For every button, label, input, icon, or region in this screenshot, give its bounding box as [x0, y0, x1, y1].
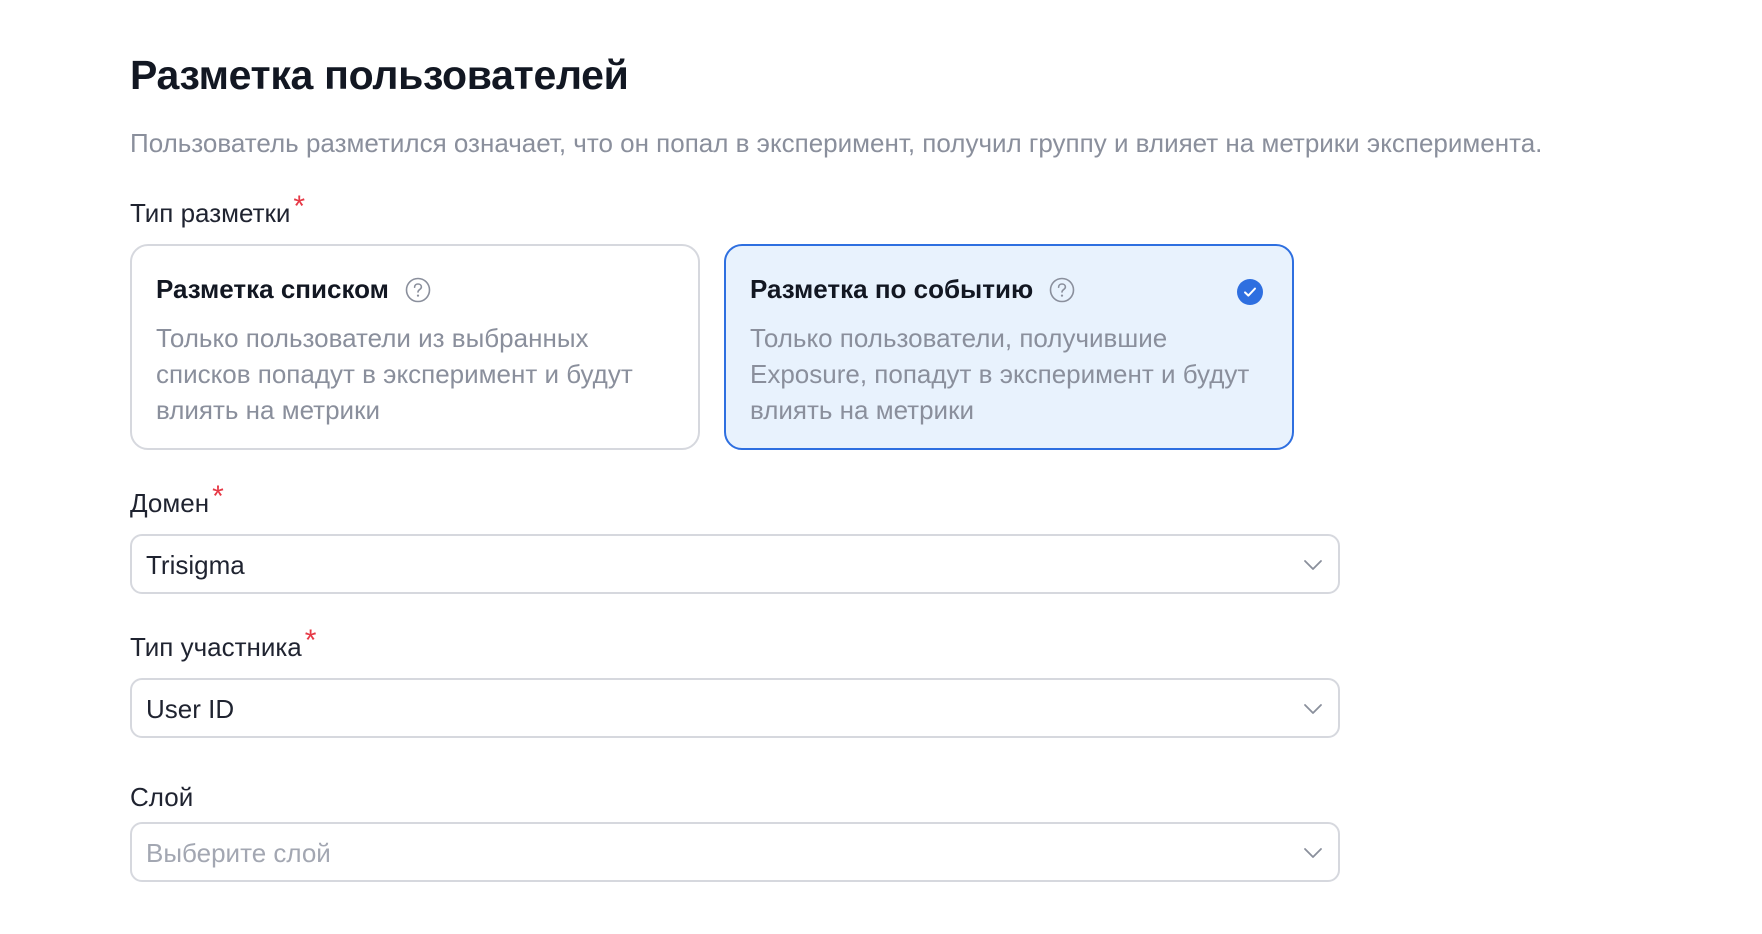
layer-label: Слой — [130, 782, 193, 813]
required-mark: * — [212, 480, 224, 513]
participant-type-label-text: Тип участника — [130, 632, 302, 662]
chevron-down-icon — [1302, 842, 1324, 864]
help-circle-icon[interactable] — [1049, 277, 1075, 303]
markup-option-list[interactable]: Разметка списком Только пользователи из … — [130, 244, 700, 450]
markup-type-label: Тип разметки * — [130, 190, 305, 230]
markup-option-event-title: Разметка по событию — [750, 274, 1034, 304]
chevron-down-icon — [1302, 698, 1324, 720]
check-circle-icon — [1236, 278, 1264, 306]
page-subtitle: Пользователь разметился означает, что он… — [130, 128, 1543, 158]
markup-option-event[interactable]: Разметка по событию Только пользователи,… — [724, 244, 1294, 450]
chevron-down-icon — [1302, 554, 1324, 576]
domain-select[interactable]: Trisigma — [130, 534, 1340, 594]
participant-type-select[interactable]: User ID — [130, 678, 1340, 738]
markup-option-list-title-row: Разметка списком — [156, 274, 431, 305]
markup-option-list-title: Разметка списком — [156, 274, 389, 304]
participant-type-select-value: User ID — [146, 694, 235, 724]
domain-select-value: Trisigma — [146, 550, 245, 580]
required-mark: * — [304, 624, 317, 657]
layer-select-placeholder: Выберите слой — [146, 838, 331, 868]
page-title: Разметка пользователей — [130, 52, 629, 98]
layer-select[interactable]: Выберите слой — [130, 822, 1340, 882]
user-markup-form: Разметка пользователей Пользователь разм… — [0, 0, 1762, 934]
markup-option-event-title-row: Разметка по событию — [750, 274, 1075, 305]
domain-label-text: Домен — [130, 488, 210, 518]
domain-label: Домен * — [130, 480, 224, 520]
participant-type-label: Тип участника * — [130, 624, 316, 664]
required-mark: * — [293, 190, 306, 223]
markup-type-label-text: Тип разметки — [130, 198, 291, 228]
markup-option-event-description: Только пользователи, получившие Exposure… — [750, 323, 1250, 425]
layer-label-text: Слой — [130, 782, 194, 812]
markup-option-list-description: Только пользователи из выбранных списков… — [156, 323, 633, 425]
help-circle-icon[interactable] — [405, 277, 431, 303]
